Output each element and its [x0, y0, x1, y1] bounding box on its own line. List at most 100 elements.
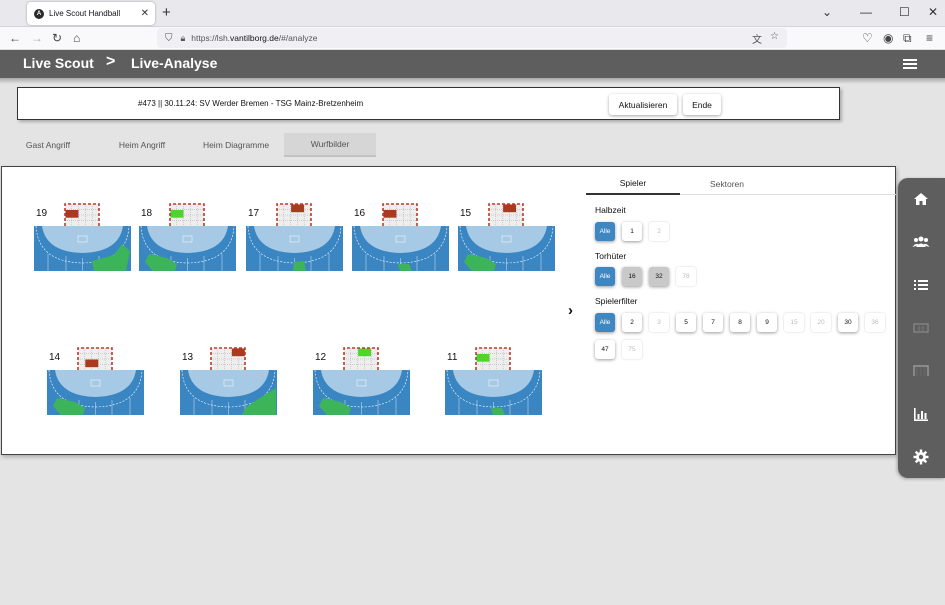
player-shot-card-13[interactable]: 13: [180, 335, 280, 425]
goal-grid: [169, 203, 205, 226]
tab-heim-angriff[interactable]: Heim Angriff: [100, 133, 184, 157]
app-header: Live Scout > Live-Analyse: [0, 50, 945, 78]
player-filter-label: Spielerfilter: [595, 296, 638, 306]
new-tab-icon[interactable]: +: [162, 4, 171, 21]
players-chip-7[interactable]: 7: [703, 313, 723, 332]
match-title: #473 || 30.11.24: SV Werder Bremen - TSG…: [138, 99, 364, 108]
goalkeeper-label: Torhüter: [595, 251, 627, 261]
player-shot-card-12[interactable]: 12: [313, 335, 413, 425]
translate-icon[interactable]: 文: [752, 31, 762, 46]
browser-tab[interactable]: A Live Scout Handball ✕: [27, 2, 155, 25]
shot-sector-marker: [293, 261, 306, 271]
shot-chart: [352, 203, 449, 271]
tab-gast-angriff[interactable]: Gast Angriff: [6, 133, 90, 157]
goal-grid: [77, 347, 113, 370]
browser-tabstrip: A Live Scout Handball ✕ + ⌄ — ☐ ✕: [0, 0, 945, 27]
goal-hit-marker: [503, 204, 517, 213]
players-chip-9[interactable]: 9: [757, 313, 777, 332]
team-icon[interactable]: [912, 233, 930, 251]
extensions-icon[interactable]: ⧉: [903, 31, 912, 46]
bookmark-star-icon[interactable]: ☆: [770, 31, 779, 46]
player-shot-card-11[interactable]: 11: [445, 335, 545, 425]
goal-grid: [488, 203, 524, 226]
browser-menu-icon[interactable]: ≡: [926, 31, 933, 45]
back-icon[interactable]: ←: [9, 31, 21, 45]
goalkeeper-chip-78[interactable]: 78: [676, 267, 696, 286]
players-chip-47[interactable]: 47: [595, 340, 615, 359]
window-close-icon[interactable]: ✕: [928, 5, 938, 19]
goalkeeper-chip-16[interactable]: 16: [622, 267, 642, 286]
players-chip-36[interactable]: 36: [865, 313, 885, 332]
players-chip-3[interactable]: 3: [649, 313, 669, 332]
account-icon[interactable]: ◉: [883, 31, 893, 45]
minimize-icon[interactable]: —: [860, 5, 872, 19]
bar-chart-icon[interactable]: [912, 405, 930, 423]
goalkeeper-chip-32[interactable]: 32: [649, 267, 669, 286]
players-chip-2[interactable]: 2: [622, 313, 642, 332]
players-chip-15[interactable]: 15: [784, 313, 804, 332]
players-chip-8[interactable]: 8: [730, 313, 750, 332]
shot-chart: [139, 203, 236, 271]
chevron-right-icon[interactable]: ›: [568, 302, 573, 319]
goal-icon[interactable]: [912, 362, 930, 380]
players-chip-30[interactable]: 30: [838, 313, 858, 332]
url-path: /#/analyze: [278, 33, 318, 43]
side-navigation: 0:0: [898, 178, 945, 478]
player-shot-card-16[interactable]: 16: [352, 191, 452, 281]
tab-close-icon[interactable]: ✕: [141, 8, 149, 19]
home-page-icon[interactable]: ⌂: [73, 31, 80, 45]
pocket-icon[interactable]: ♡: [862, 31, 873, 45]
player-shot-card-19[interactable]: 19: [34, 191, 134, 281]
tab-list-chevron-icon[interactable]: ⌄: [822, 5, 832, 19]
halftime-label: Halbzeit: [595, 205, 626, 215]
scoreboard-icon[interactable]: 0:0: [912, 319, 930, 337]
url-prefix: https://lsh.: [191, 33, 231, 43]
list-icon[interactable]: [912, 276, 930, 294]
hamburger-menu-icon[interactable]: [903, 59, 917, 69]
main-tabs: Gast Angriff Heim Angriff Heim Diagramme…: [0, 133, 945, 157]
halftime-chip-1[interactable]: 1: [622, 222, 642, 241]
svg-text:0:0: 0:0: [918, 327, 925, 333]
halftime-chip-alle[interactable]: Alle: [595, 222, 615, 241]
breadcrumb-chevron-icon: >: [106, 53, 116, 70]
tab-wurfbilder[interactable]: Wurfbilder: [284, 133, 376, 157]
lock-icon[interactable]: 🔒︎: [181, 33, 186, 44]
goal-grid: [210, 347, 246, 370]
player-shot-card-18[interactable]: 18: [139, 191, 239, 281]
goal-hit-marker: [65, 210, 79, 218]
goal-hit-marker: [170, 210, 184, 218]
shield-icon[interactable]: ⛉: [165, 33, 173, 44]
goalkeeper-chip-alle[interactable]: Alle: [595, 267, 615, 286]
app-favicon-icon: A: [34, 8, 44, 19]
gear-icon[interactable]: [912, 448, 930, 466]
url-bar[interactable]: ⛉ 🔒︎ https://lsh. vantilborg.de/#/analyze…: [157, 28, 787, 48]
subtab-spieler[interactable]: Spieler: [586, 173, 680, 195]
forward-icon[interactable]: →: [31, 31, 43, 45]
goal-hit-marker: [85, 359, 99, 368]
player-shot-card-17[interactable]: 17: [246, 191, 346, 281]
page-title: Live-Analyse: [131, 55, 218, 71]
halftime-chip-2[interactable]: 2: [649, 222, 669, 241]
brand-title[interactable]: Live Scout: [23, 55, 94, 71]
players-chip-20[interactable]: 20: [811, 313, 831, 332]
goal-hit-marker: [358, 348, 372, 357]
subtab-sektoren[interactable]: Sektoren: [680, 173, 774, 195]
refresh-button[interactable]: Aktualisieren: [609, 94, 677, 115]
player-shot-card-14[interactable]: 14: [47, 335, 147, 425]
shot-chart: [180, 347, 277, 415]
players-chip-75[interactable]: 75: [622, 340, 642, 359]
goal-hit-marker: [231, 348, 245, 357]
shot-chart: [34, 203, 131, 271]
goal-hit-marker: [383, 210, 397, 218]
end-button[interactable]: Ende: [683, 94, 721, 115]
reload-icon[interactable]: ↻: [52, 31, 62, 45]
maximize-icon[interactable]: ☐: [899, 5, 910, 19]
home-icon[interactable]: [912, 190, 930, 208]
players-chip-alle[interactable]: Alle: [595, 313, 615, 332]
goal-grid: [475, 347, 511, 370]
tab-heim-diagramme[interactable]: Heim Diagramme: [194, 133, 278, 157]
match-info-box: #473 || 30.11.24: SV Werder Bremen - TSG…: [17, 87, 840, 120]
players-chip-5[interactable]: 5: [676, 313, 696, 332]
goal-grid: [343, 347, 379, 370]
player-shot-card-15[interactable]: 15: [458, 191, 558, 281]
